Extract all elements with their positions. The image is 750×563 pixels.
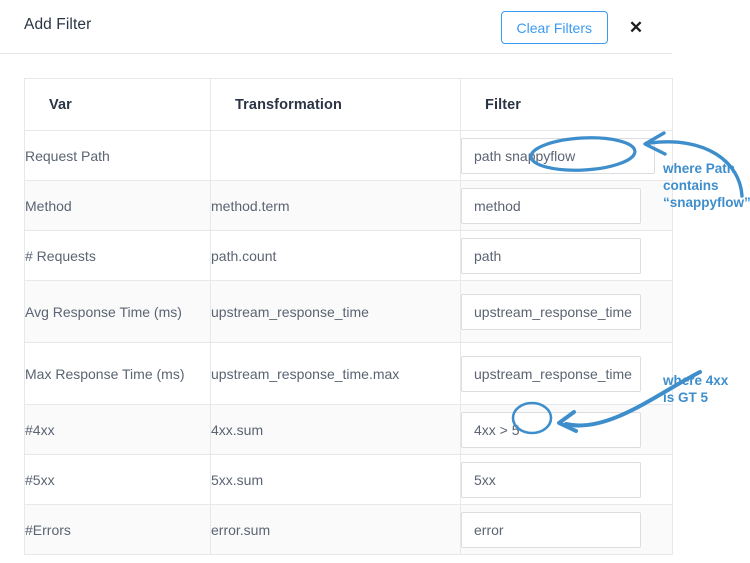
- row-transformation-avg-response-time: upstream_response_time: [210, 280, 461, 343]
- clear-filters-button[interactable]: Clear Filters: [500, 11, 608, 44]
- row-var-5xx: #5xx: [24, 454, 211, 505]
- row-filter-cell-4xx: 4xx > 5: [460, 404, 673, 455]
- row-filter-cell-method: method: [460, 180, 673, 231]
- table-row: Max Response Time (ms) upstream_response…: [24, 342, 673, 405]
- row-transformation-5xx: 5xx.sum: [210, 454, 461, 505]
- filter-input-avg-response-time[interactable]: upstream_response_time: [461, 293, 641, 330]
- row-transformation-request-path: [210, 130, 461, 181]
- row-transformation-4xx: 4xx.sum: [210, 404, 461, 455]
- row-filter-cell-requests: path: [460, 230, 673, 281]
- filter-input-method[interactable]: method: [461, 187, 641, 224]
- row-transformation-errors: error.sum: [210, 504, 461, 555]
- table-header-row: Var Transformation Filter: [24, 78, 673, 131]
- filter-input-5xx[interactable]: 5xx: [461, 461, 641, 498]
- dialog-header: Add Filter Clear Filters ✕: [0, 0, 672, 54]
- row-var-method: Method: [24, 180, 211, 231]
- filter-table: Var Transformation Filter Request Path p…: [24, 78, 673, 555]
- row-transformation-max-response-time: upstream_response_time.max: [210, 342, 461, 405]
- column-header-filter: Filter: [460, 78, 673, 131]
- column-header-var: Var: [24, 78, 211, 131]
- table-header: Var Transformation Filter: [24, 78, 673, 131]
- table-row: Request Path path snappyflow: [24, 130, 673, 181]
- filter-input-requests[interactable]: path: [461, 237, 641, 274]
- row-filter-cell-max-response-time: upstream_response_time: [460, 342, 673, 405]
- column-header-transformation: Transformation: [210, 78, 461, 131]
- table-row: Method method.term method: [24, 180, 673, 231]
- row-var-avg-response-time: Avg Response Time (ms): [24, 280, 211, 343]
- row-var-errors: #Errors: [24, 504, 211, 555]
- annotation-label-4xx: where 4xx is GT 5: [663, 373, 729, 405]
- row-transformation-method: method.term: [210, 180, 461, 231]
- filter-input-4xx[interactable]: 4xx > 5: [461, 411, 641, 448]
- filter-input-request-path[interactable]: path snappyflow: [461, 137, 655, 174]
- close-icon[interactable]: ✕: [625, 16, 647, 38]
- row-filter-cell-avg-response-time: upstream_response_time: [460, 280, 673, 343]
- row-var-request-path: Request Path: [24, 130, 211, 181]
- table-row: #Errors error.sum error: [24, 504, 673, 555]
- row-filter-cell-request-path: path snappyflow: [460, 130, 673, 181]
- row-var-max-response-time: Max Response Time (ms): [24, 342, 211, 405]
- annotation-label-path: where Path contains “snappyflow”: [663, 161, 750, 210]
- row-var-4xx: #4xx: [24, 404, 211, 455]
- row-filter-cell-5xx: 5xx: [460, 454, 673, 505]
- row-filter-cell-errors: error: [460, 504, 673, 555]
- table-row: # Requests path.count path: [24, 230, 673, 281]
- filter-input-errors[interactable]: error: [461, 511, 641, 548]
- row-var-requests: # Requests: [24, 230, 211, 281]
- table-row: #4xx 4xx.sum 4xx > 5: [24, 404, 673, 455]
- table-row: #5xx 5xx.sum 5xx: [24, 454, 673, 505]
- page-title: Add Filter: [24, 16, 92, 33]
- filter-input-max-response-time[interactable]: upstream_response_time: [461, 355, 641, 392]
- table-body: Request Path path snappyflow Method meth…: [24, 130, 673, 555]
- table-row: Avg Response Time (ms) upstream_response…: [24, 280, 673, 343]
- add-filter-dialog: Add Filter Clear Filters ✕ Var Transform…: [0, 0, 673, 563]
- filter-table-container: Var Transformation Filter Request Path p…: [24, 78, 673, 555]
- row-transformation-requests: path.count: [210, 230, 461, 281]
